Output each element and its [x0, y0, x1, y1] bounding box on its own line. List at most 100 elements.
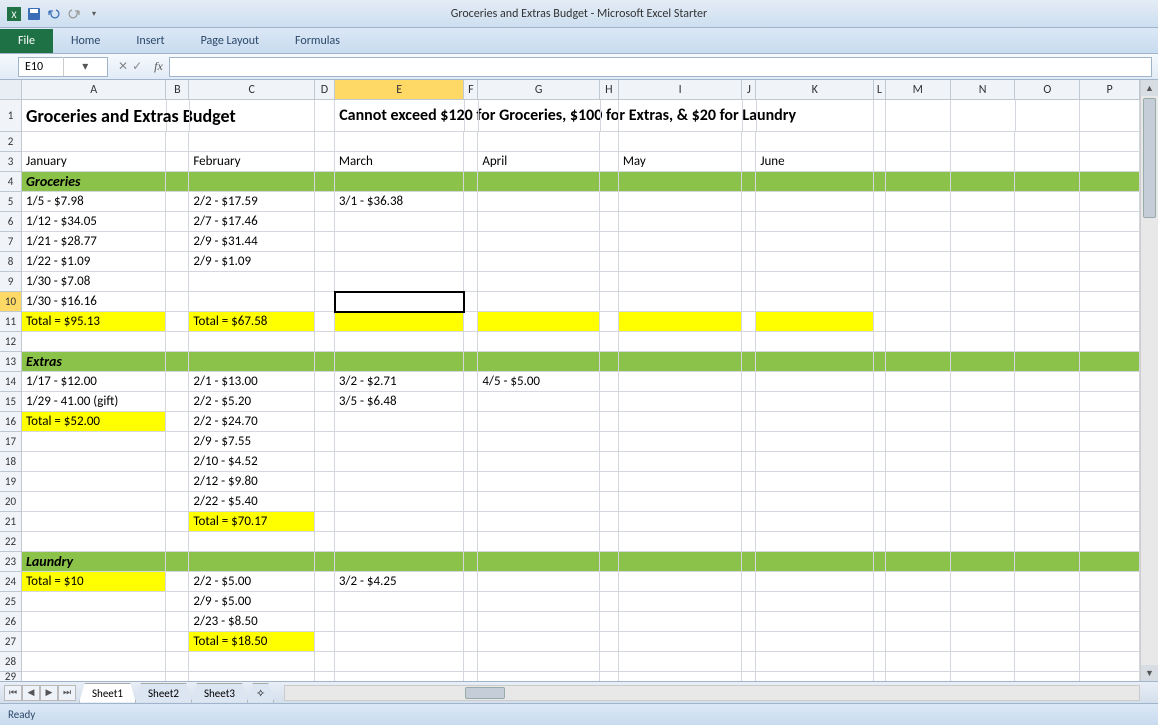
- cell-H8[interactable]: [600, 252, 619, 272]
- cell-K4[interactable]: [756, 172, 874, 192]
- cell-A14[interactable]: 1/17 - $12.00: [22, 372, 166, 392]
- cell-H28[interactable]: [600, 652, 619, 672]
- cell-P14[interactable]: [1080, 372, 1140, 392]
- row-header-17[interactable]: 17: [0, 432, 22, 452]
- vertical-scrollbar[interactable]: ▲ ▼: [1140, 80, 1158, 681]
- cell-O22[interactable]: [1015, 532, 1080, 552]
- cell-N21[interactable]: [951, 512, 1016, 532]
- cell-I6[interactable]: [619, 212, 743, 232]
- cell-F9[interactable]: [464, 272, 478, 292]
- cell-K19[interactable]: [756, 472, 874, 492]
- row-header-14[interactable]: 14: [0, 372, 22, 392]
- scroll-down-icon[interactable]: ▼: [1141, 665, 1158, 681]
- cell-P12[interactable]: [1080, 332, 1140, 352]
- col-header-F[interactable]: F: [464, 80, 478, 100]
- cell-B23[interactable]: [166, 552, 189, 572]
- cell-N4[interactable]: [951, 172, 1016, 192]
- sheet-tab-3[interactable]: Sheet3: [191, 683, 248, 703]
- cell-L16[interactable]: [874, 412, 886, 432]
- cell-F22[interactable]: [464, 532, 478, 552]
- cell-O6[interactable]: [1015, 212, 1080, 232]
- cell-D4[interactable]: [315, 172, 335, 192]
- cell-L1[interactable]: [874, 100, 886, 132]
- cell-K12[interactable]: [756, 332, 874, 352]
- row-header-25[interactable]: 25: [0, 592, 22, 612]
- cell-A4[interactable]: Groceries: [22, 172, 166, 192]
- cell-N28[interactable]: [951, 652, 1016, 672]
- cell-M23[interactable]: [886, 552, 951, 572]
- col-header-I[interactable]: I: [619, 80, 743, 100]
- cell-H23[interactable]: [600, 552, 619, 572]
- scroll-up-icon[interactable]: ▲: [1141, 80, 1158, 96]
- cell-O23[interactable]: [1015, 552, 1080, 572]
- cell-E15[interactable]: 3/5 - $6.48: [335, 392, 465, 412]
- cell-B16[interactable]: [166, 412, 189, 432]
- cell-L10[interactable]: [874, 292, 886, 312]
- cell-G26[interactable]: [478, 612, 600, 632]
- cell-G24[interactable]: [478, 572, 600, 592]
- cell-P19[interactable]: [1080, 472, 1140, 492]
- cell-F18[interactable]: [464, 452, 478, 472]
- cell-J13[interactable]: [742, 352, 756, 372]
- cell-K3[interactable]: June: [756, 152, 874, 172]
- cell-G27[interactable]: [478, 632, 600, 652]
- cell-F27[interactable]: [464, 632, 478, 652]
- cell-K24[interactable]: [756, 572, 874, 592]
- cell-K18[interactable]: [756, 452, 874, 472]
- cell-G6[interactable]: [478, 212, 600, 232]
- cell-P7[interactable]: [1080, 232, 1140, 252]
- cell-J12[interactable]: [742, 332, 756, 352]
- cell-F5[interactable]: [464, 192, 478, 212]
- cell-C28[interactable]: [189, 652, 315, 672]
- cell-L9[interactable]: [874, 272, 886, 292]
- cell-C14[interactable]: 2/1 - $13.00: [189, 372, 315, 392]
- vscroll-thumb[interactable]: [1143, 98, 1156, 218]
- cell-J8[interactable]: [742, 252, 756, 272]
- cell-L5[interactable]: [874, 192, 886, 212]
- tab-formulas[interactable]: Formulas: [277, 29, 358, 53]
- cell-J19[interactable]: [742, 472, 756, 492]
- cell-P1[interactable]: [1080, 100, 1140, 132]
- cell-N23[interactable]: [951, 552, 1016, 572]
- horizontal-scrollbar[interactable]: [284, 685, 1140, 701]
- cell-H3[interactable]: [600, 152, 619, 172]
- cell-M9[interactable]: [886, 272, 951, 292]
- cell-G2[interactable]: [478, 132, 600, 152]
- cell-I22[interactable]: [619, 532, 743, 552]
- cell-M10[interactable]: [886, 292, 951, 312]
- cell-D24[interactable]: [315, 572, 335, 592]
- row-header-27[interactable]: 27: [0, 632, 22, 652]
- col-header-B[interactable]: B: [166, 80, 189, 100]
- cell-D26[interactable]: [315, 612, 335, 632]
- cell-L7[interactable]: [874, 232, 886, 252]
- cell-A12[interactable]: [22, 332, 166, 352]
- cell-B19[interactable]: [166, 472, 189, 492]
- cell-A2[interactable]: [22, 132, 166, 152]
- cell-A23[interactable]: Laundry: [22, 552, 166, 572]
- cell-D1[interactable]: [315, 100, 335, 132]
- cell-B2[interactable]: [166, 132, 189, 152]
- cell-L22[interactable]: [874, 532, 886, 552]
- cell-K10[interactable]: [756, 292, 874, 312]
- cell-O11[interactable]: [1015, 312, 1080, 332]
- cell-N13[interactable]: [951, 352, 1016, 372]
- cell-A10[interactable]: 1/30 - $16.16: [22, 292, 166, 312]
- cell-I7[interactable]: [619, 232, 743, 252]
- cell-M22[interactable]: [886, 532, 951, 552]
- cell-P21[interactable]: [1080, 512, 1140, 532]
- cell-K23[interactable]: [756, 552, 874, 572]
- cell-J10[interactable]: [742, 292, 756, 312]
- cell-A3[interactable]: January: [22, 152, 166, 172]
- cell-F20[interactable]: [464, 492, 478, 512]
- cell-O13[interactable]: [1015, 352, 1080, 372]
- col-header-M[interactable]: M: [886, 80, 951, 100]
- cell-K8[interactable]: [756, 252, 874, 272]
- cell-P13[interactable]: [1080, 352, 1140, 372]
- cell-N24[interactable]: [951, 572, 1016, 592]
- row-header-1[interactable]: 1: [0, 100, 22, 132]
- cell-O15[interactable]: [1015, 392, 1080, 412]
- cell-C24[interactable]: 2/2 - $5.00: [189, 572, 315, 592]
- cell-J3[interactable]: [742, 152, 756, 172]
- cell-B22[interactable]: [166, 532, 189, 552]
- cell-M26[interactable]: [886, 612, 951, 632]
